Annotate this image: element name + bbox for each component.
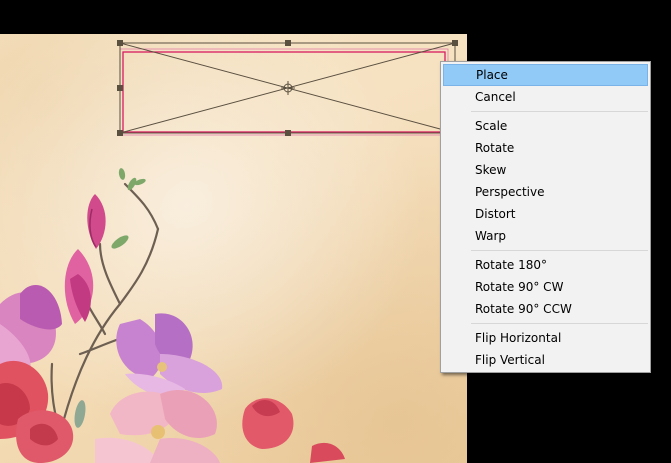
transform-handle-icon[interactable] — [117, 85, 123, 91]
menu-item-perspective[interactable]: Perspective — [443, 181, 648, 203]
transform-handle-icon[interactable] — [452, 40, 458, 46]
menu-item-skew[interactable]: Skew — [443, 159, 648, 181]
menu-separator — [471, 323, 648, 324]
menu-item-place[interactable]: Place — [443, 64, 648, 86]
menu-item-rotate[interactable]: Rotate — [443, 137, 648, 159]
transform-handle-icon[interactable] — [285, 40, 291, 46]
placeholder-frame — [122, 51, 446, 133]
menu-item-distort[interactable]: Distort — [443, 203, 648, 225]
menu-separator — [471, 250, 648, 251]
transform-handle-icon[interactable] — [285, 130, 291, 136]
transform-handle-icon[interactable] — [117, 40, 123, 46]
menu-item-rotate-90-ccw[interactable]: Rotate 90° CCW — [443, 298, 648, 320]
crosshair-center-icon[interactable] — [281, 81, 295, 95]
menu-item-flip-vertical[interactable]: Flip Vertical — [443, 349, 648, 371]
menu-item-scale[interactable]: Scale — [443, 115, 648, 137]
menu-item-warp[interactable]: Warp — [443, 225, 648, 247]
transform-handle-icon[interactable] — [117, 130, 123, 136]
menu-separator — [471, 111, 648, 112]
menu-item-cancel[interactable]: Cancel — [443, 86, 648, 108]
transform-context-menu: Place Cancel Scale Rotate Skew Perspecti… — [440, 61, 651, 373]
menu-item-rotate-90-cw[interactable]: Rotate 90° CW — [443, 276, 648, 298]
menu-item-flip-horizontal[interactable]: Flip Horizontal — [443, 327, 648, 349]
menu-item-rotate-180[interactable]: Rotate 180° — [443, 254, 648, 276]
